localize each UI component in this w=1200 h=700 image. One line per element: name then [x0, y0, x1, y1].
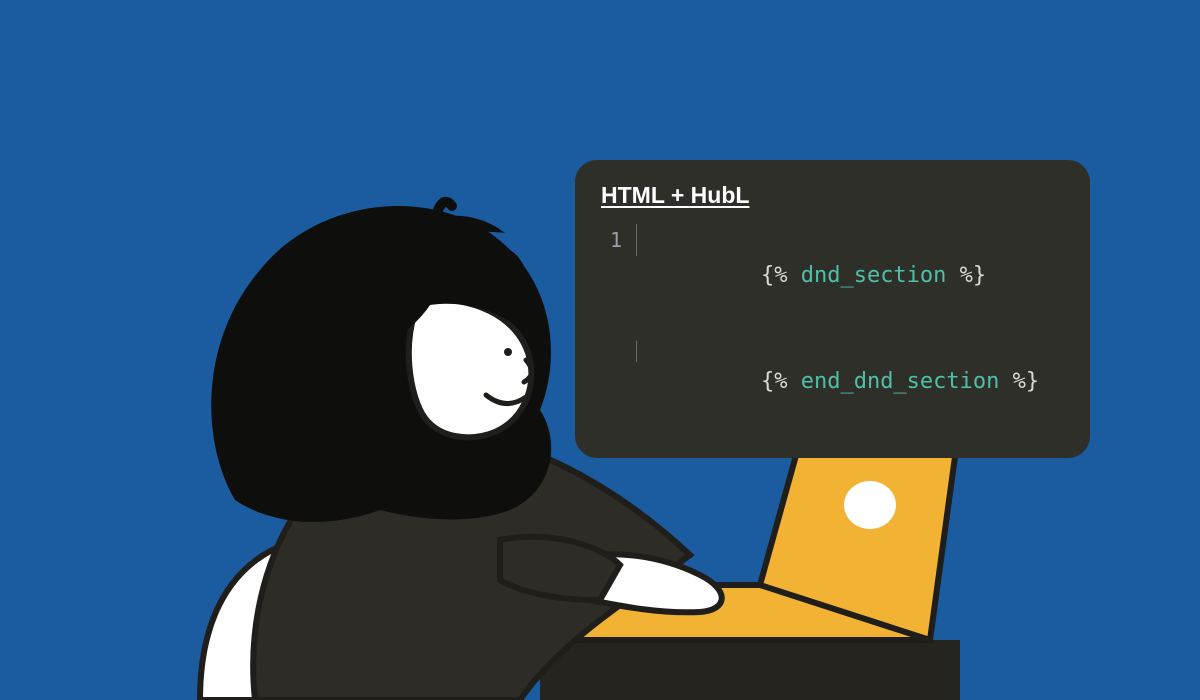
delimiter-close: %}: [960, 263, 987, 288]
code-speech-bubble: HTML + HubL 1 {% dnd_section %} 2 {% end…: [575, 160, 1090, 458]
line-number: 1: [601, 224, 637, 256]
code-line: 1 {% dnd_section %}: [601, 223, 1064, 329]
code-panel-title: HTML + HubL: [601, 182, 1064, 209]
code-block: 1 {% dnd_section %} 2 {% end_dnd_section…: [601, 223, 1064, 434]
sleeve: [500, 537, 620, 600]
delimiter-open: {%: [761, 369, 788, 394]
face: [409, 299, 532, 437]
delimiter-open: {%: [761, 263, 788, 288]
keyword-token: dnd_section: [801, 263, 947, 288]
beret: [395, 216, 505, 252]
keyword-token: end_dnd_section: [801, 369, 1000, 394]
hand: [560, 554, 722, 612]
code-line: 2 {% end_dnd_section %}: [601, 329, 1064, 435]
beret-stem: [438, 202, 452, 210]
delimiter-close: %}: [1013, 369, 1040, 394]
sweater: [253, 430, 690, 700]
hair-back: [211, 206, 551, 522]
desk: [540, 640, 960, 700]
hair-front: [400, 240, 530, 335]
speech-bubble-tail: [590, 330, 648, 385]
skirt: [200, 535, 520, 700]
